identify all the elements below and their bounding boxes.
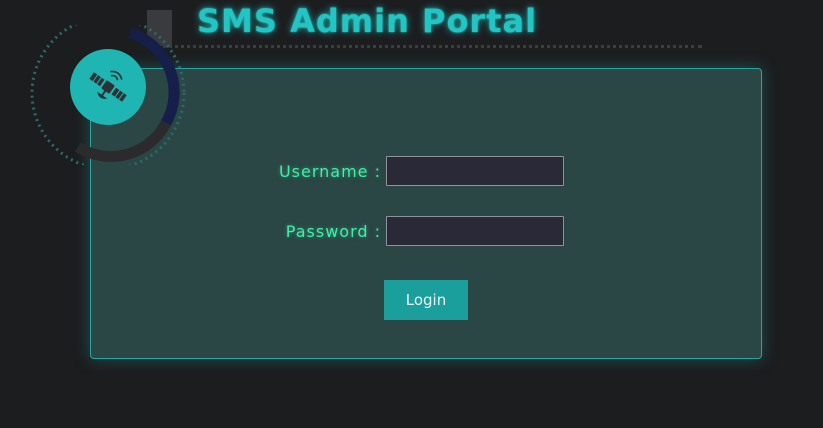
login-button[interactable]: Login <box>384 280 468 320</box>
username-label: Username : <box>278 162 381 181</box>
title-divider <box>150 45 702 48</box>
username-row: Username : <box>0 156 823 190</box>
logo-emblem <box>30 25 186 165</box>
username-input[interactable] <box>386 156 564 186</box>
password-row: Password : <box>0 216 823 250</box>
emblem-gray-arc <box>75 120 171 162</box>
password-label: Password : <box>285 222 381 241</box>
page-title: SMS Admin Portal <box>197 2 538 40</box>
password-input[interactable] <box>386 216 564 246</box>
